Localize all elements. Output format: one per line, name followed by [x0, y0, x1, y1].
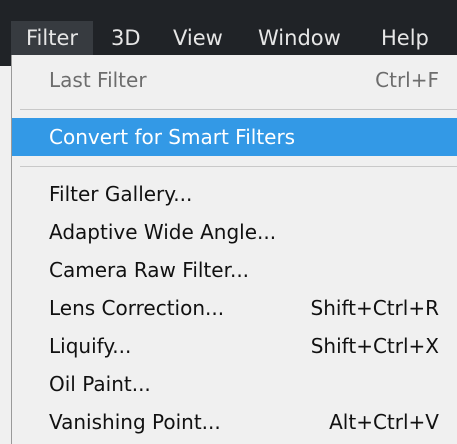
menu-item-shortcut: Shift+Ctrl+X	[310, 334, 439, 358]
menu-item-label: Adaptive Wide Angle...	[49, 220, 277, 244]
menu-item-shortcut: Alt+Ctrl+V	[329, 410, 439, 434]
menu-item-convert-for-smart-filters[interactable]: Convert for Smart Filters	[12, 118, 457, 156]
menu-separator	[20, 109, 457, 110]
app-window: Filter 3D View Window Help Last Filter C…	[0, 0, 457, 444]
menu-item-label: Last Filter	[49, 68, 147, 92]
menu-item-label: Convert for Smart Filters	[49, 125, 296, 149]
menu-view[interactable]: View	[173, 21, 223, 55]
menu-filter[interactable]: Filter	[11, 21, 93, 55]
menu-item-filter-gallery[interactable]: Filter Gallery...	[12, 175, 457, 213]
menu-window[interactable]: Window	[258, 21, 341, 55]
menu-item-oil-paint[interactable]: Oil Paint...	[12, 365, 457, 403]
menu-item-label: Liquify...	[49, 334, 132, 358]
menu-item-last-filter: Last Filter Ctrl+F	[12, 61, 457, 99]
menu-item-camera-raw-filter[interactable]: Camera Raw Filter...	[12, 251, 457, 289]
menu-item-adaptive-wide-angle[interactable]: Adaptive Wide Angle...	[12, 213, 457, 251]
menu-separator	[20, 166, 457, 167]
menu-3d[interactable]: 3D	[111, 21, 141, 55]
menu-item-label: Filter Gallery...	[49, 182, 193, 206]
menu-item-shortcut: Shift+Ctrl+R	[310, 296, 439, 320]
menu-item-label: Vanishing Point...	[49, 410, 221, 434]
menu-item-label: Oil Paint...	[49, 372, 151, 396]
filter-menu-dropdown: Last Filter Ctrl+F Convert for Smart Fil…	[11, 55, 457, 444]
menu-help[interactable]: Help	[381, 21, 429, 55]
menu-item-vanishing-point[interactable]: Vanishing Point... Alt+Ctrl+V	[12, 403, 457, 441]
menu-item-shortcut: Ctrl+F	[375, 68, 439, 92]
menu-item-liquify[interactable]: Liquify... Shift+Ctrl+X	[12, 327, 457, 365]
menu-item-lens-correction[interactable]: Lens Correction... Shift+Ctrl+R	[12, 289, 457, 327]
menu-item-label: Camera Raw Filter...	[49, 258, 250, 282]
menu-item-label: Lens Correction...	[49, 296, 225, 320]
